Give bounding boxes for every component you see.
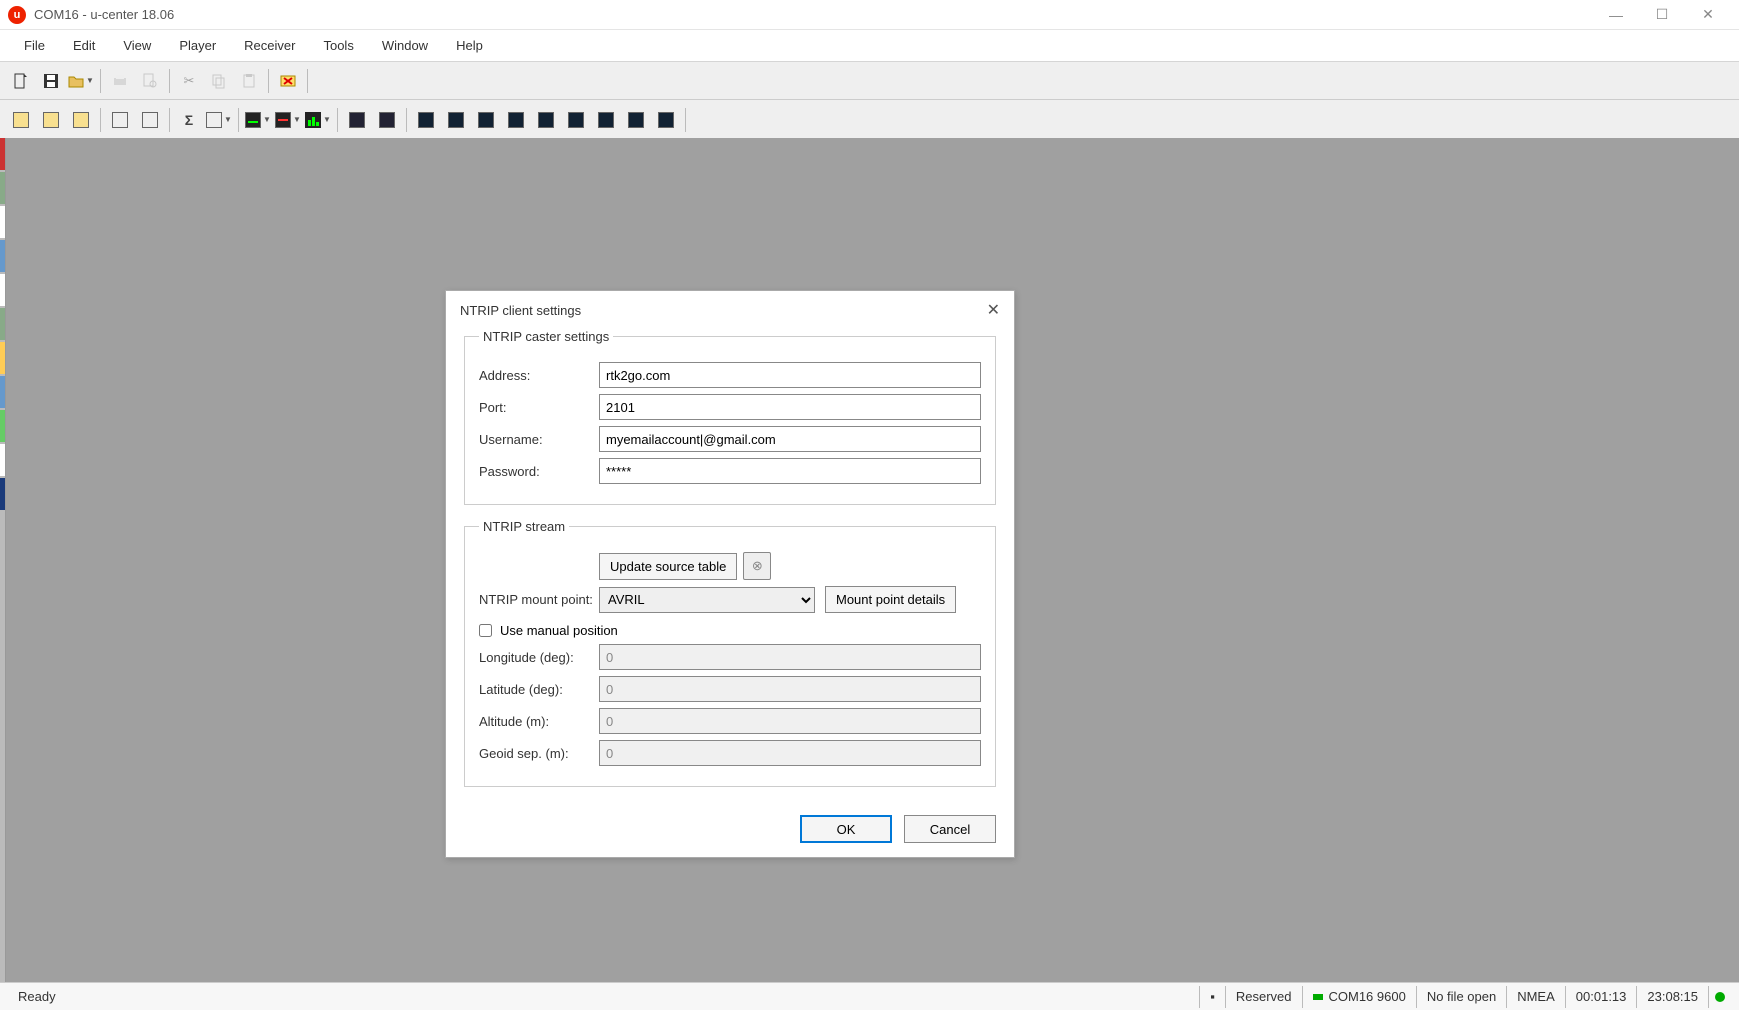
- status-bar: Ready ▪ Reserved COM16 9600 No file open…: [0, 982, 1739, 1010]
- scope2-icon[interactable]: [373, 106, 401, 134]
- ntrip-dialog: NTRIP client settings ✕ NTRIP caster set…: [445, 290, 1015, 858]
- close-window-button[interactable]: ✕: [1685, 0, 1731, 30]
- status-proto: NMEA: [1506, 986, 1565, 1008]
- menu-receiver[interactable]: Receiver: [230, 32, 309, 59]
- cut-icon[interactable]: ✂: [175, 67, 203, 95]
- docked-strip: [0, 138, 6, 982]
- status-time1: 00:01:13: [1565, 986, 1637, 1008]
- sat3-icon[interactable]: [472, 106, 500, 134]
- dialog-close-icon[interactable]: ✕: [987, 300, 1000, 320]
- dialog-title: NTRIP client settings: [460, 303, 581, 318]
- sat2-icon[interactable]: [442, 106, 470, 134]
- chart-bars-icon[interactable]: ▼: [304, 106, 332, 134]
- update-source-button[interactable]: Update source table: [599, 553, 737, 580]
- save-icon[interactable]: [37, 67, 65, 95]
- sat1-icon[interactable]: [412, 106, 440, 134]
- address-input[interactable]: [599, 362, 981, 388]
- status-file: No file open: [1416, 986, 1506, 1008]
- altitude-label: Altitude (m):: [479, 714, 599, 729]
- app-icon: u: [8, 6, 26, 24]
- view-cfg-icon[interactable]: [136, 106, 164, 134]
- sat9-icon[interactable]: [652, 106, 680, 134]
- longitude-label: Longitude (deg):: [479, 650, 599, 665]
- stream-legend: NTRIP stream: [479, 519, 569, 534]
- menu-edit[interactable]: Edit: [59, 32, 109, 59]
- paste-icon[interactable]: [235, 67, 263, 95]
- mountpoint-details-button[interactable]: Mount point details: [825, 586, 956, 613]
- mountpoint-label: NTRIP mount point:: [479, 592, 599, 607]
- password-input[interactable]: [599, 458, 981, 484]
- view-bin-icon[interactable]: [37, 106, 65, 134]
- port-input[interactable]: [599, 394, 981, 420]
- mountpoint-select[interactable]: AVRIL: [599, 587, 815, 613]
- copy-icon[interactable]: [205, 67, 233, 95]
- latitude-input: [599, 676, 981, 702]
- view-pack-icon[interactable]: [7, 106, 35, 134]
- menu-tools[interactable]: Tools: [309, 32, 367, 59]
- open-icon[interactable]: ▼: [67, 67, 95, 95]
- geoid-label: Geoid sep. (m):: [479, 746, 599, 761]
- menu-file[interactable]: File: [10, 32, 59, 59]
- maximize-button[interactable]: ☐: [1639, 0, 1685, 30]
- chart-hist-icon[interactable]: ▼: [274, 106, 302, 134]
- sigma-icon[interactable]: Σ: [175, 106, 203, 134]
- caster-legend: NTRIP caster settings: [479, 329, 613, 344]
- cancel-button[interactable]: Cancel: [904, 815, 996, 843]
- menu-help[interactable]: Help: [442, 32, 497, 59]
- scope1-icon[interactable]: [343, 106, 371, 134]
- status-port: COM16 9600: [1302, 986, 1416, 1008]
- status-ready: Ready: [8, 986, 66, 1008]
- latitude-label: Latitude (deg):: [479, 682, 599, 697]
- chart-dev-icon[interactable]: ▼: [244, 106, 272, 134]
- sat5-icon[interactable]: [532, 106, 560, 134]
- message-cross-icon[interactable]: [274, 67, 302, 95]
- new-file-icon[interactable]: [7, 67, 35, 95]
- connection-status-icon: [1313, 994, 1323, 1000]
- username-input[interactable]: [599, 426, 981, 452]
- cancel-update-icon[interactable]: ⊗: [743, 552, 771, 580]
- toolbar-file: ▼ ✂: [0, 62, 1739, 100]
- print-preview-icon[interactable]: [136, 67, 164, 95]
- toolbar-views: Σ ▼ ▼ ▼ ▼: [0, 100, 1739, 140]
- username-label: Username:: [479, 432, 599, 447]
- window-title: COM16 - u-center 18.06: [34, 7, 174, 22]
- manual-position-checkbox[interactable]: [479, 624, 492, 637]
- stream-fieldset: NTRIP stream Update source table ⊗ NTRIP…: [464, 519, 996, 787]
- view-msg-icon[interactable]: [106, 106, 134, 134]
- address-label: Address:: [479, 368, 599, 383]
- table-icon[interactable]: ▼: [205, 106, 233, 134]
- caster-fieldset: NTRIP caster settings Address: Port: Use…: [464, 329, 996, 505]
- status-dot: ▪: [1199, 986, 1225, 1008]
- port-label: Port:: [479, 400, 599, 415]
- altitude-input: [599, 708, 981, 734]
- manual-position-label: Use manual position: [500, 623, 618, 638]
- menu-bar: File Edit View Player Receiver Tools Win…: [0, 30, 1739, 62]
- sat7-icon[interactable]: [592, 106, 620, 134]
- sat4-icon[interactable]: [502, 106, 530, 134]
- window-titlebar: u COM16 - u-center 18.06 — ☐ ✕: [0, 0, 1739, 30]
- password-label: Password:: [479, 464, 599, 479]
- menu-window[interactable]: Window: [368, 32, 442, 59]
- status-time2: 23:08:15: [1636, 986, 1708, 1008]
- geoid-input: [599, 740, 981, 766]
- sat8-icon[interactable]: [622, 106, 650, 134]
- mdi-workspace: NTRIP client settings ✕ NTRIP caster set…: [0, 138, 1739, 982]
- menu-player[interactable]: Player: [165, 32, 230, 59]
- sat6-icon[interactable]: [562, 106, 590, 134]
- status-reserved: Reserved: [1225, 986, 1302, 1008]
- ok-button[interactable]: OK: [800, 815, 892, 843]
- menu-view[interactable]: View: [109, 32, 165, 59]
- print-icon[interactable]: [106, 67, 134, 95]
- view-txt-icon[interactable]: [67, 106, 95, 134]
- status-led-icon: [1708, 986, 1731, 1008]
- minimize-button[interactable]: —: [1593, 0, 1639, 30]
- longitude-input: [599, 644, 981, 670]
